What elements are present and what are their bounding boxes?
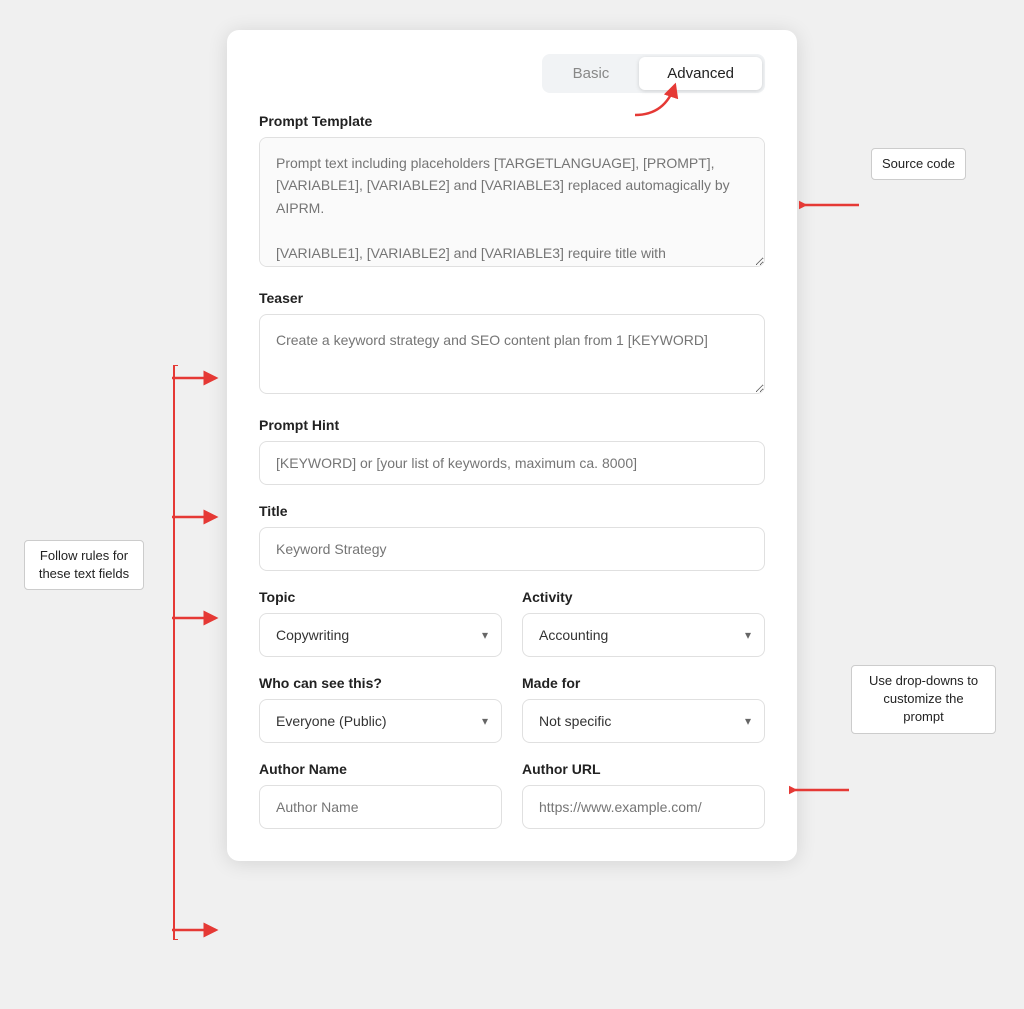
teaser-label: Teaser [259,290,765,306]
author-url-label: Author URL [522,761,765,777]
activity-field-group: Activity Accounting Finance HR IT ▾ [522,589,765,657]
topic-label: Topic [259,589,502,605]
arrow-advanced-tab [625,70,695,120]
visibility-select-wrapper: Everyone (Public) Only Me My Team ▾ [259,699,502,743]
title-label: Title [259,503,765,519]
left-bracket [170,365,178,940]
topic-select-wrapper: Copywriting Marketing SEO Sales ▾ [259,613,502,657]
visibility-select[interactable]: Everyone (Public) Only Me My Team [259,699,502,743]
activity-select-wrapper: Accounting Finance HR IT ▾ [522,613,765,657]
made-for-select[interactable]: Not specific Beginners Experts [522,699,765,743]
main-card: Basic Advanced Prompt Template Teaser Pr… [227,30,797,861]
prompt-template-input[interactable] [259,137,765,267]
author-name-group: Author Name [259,761,502,829]
arrow-author [172,920,222,940]
teaser-input[interactable] [259,314,765,394]
arrow-dropdowns [789,780,849,800]
arrow-source-code [799,195,859,215]
prompt-hint-input[interactable] [259,441,765,485]
topic-field-group: Topic Copywriting Marketing SEO Sales ▾ [259,589,502,657]
source-code-annotation: Source code [871,148,966,180]
activity-select[interactable]: Accounting Finance HR IT [522,613,765,657]
arrow-title [172,608,222,628]
follow-rules-annotation: Follow rules for these text fields [24,540,144,590]
visibility-field-group: Who can see this? Everyone (Public) Only… [259,675,502,743]
author-url-group: Author URL [522,761,765,829]
author-name-input[interactable] [259,785,502,829]
arrow-prompt-hint [172,507,222,527]
dropdowns-annotation: Use drop-downs to customize the prompt [851,665,996,734]
author-name-label: Author Name [259,761,502,777]
tab-basic[interactable]: Basic [545,57,638,90]
made-for-select-wrapper: Not specific Beginners Experts ▾ [522,699,765,743]
prompt-hint-label: Prompt Hint [259,417,765,433]
topic-select[interactable]: Copywriting Marketing SEO Sales [259,613,502,657]
arrow-teaser [172,368,222,388]
activity-label: Activity [522,589,765,605]
made-for-label: Made for [522,675,765,691]
made-for-field-group: Made for Not specific Beginners Experts … [522,675,765,743]
visibility-label: Who can see this? [259,675,502,691]
title-input[interactable] [259,527,765,571]
author-url-input[interactable] [522,785,765,829]
